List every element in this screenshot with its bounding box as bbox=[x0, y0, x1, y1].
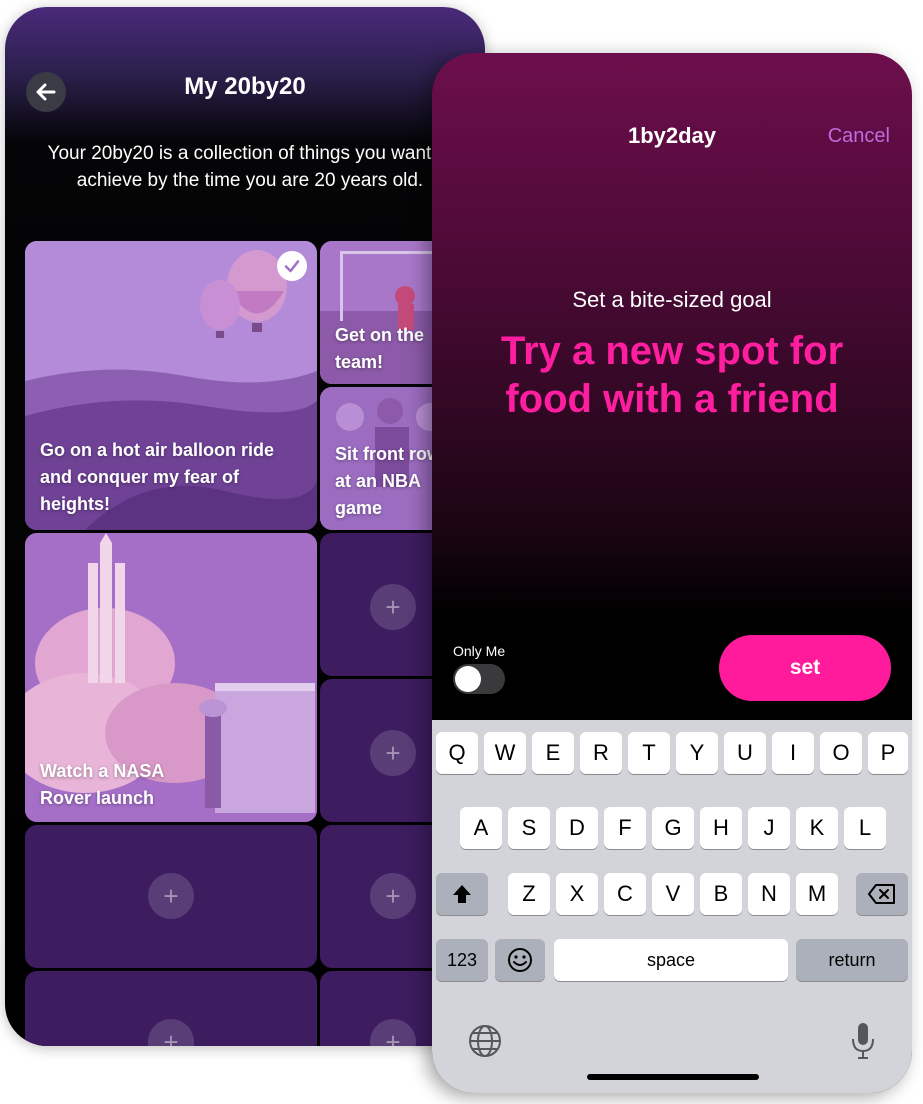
add-icon: + bbox=[370, 873, 416, 919]
numbers-key[interactable]: 123 bbox=[436, 939, 488, 981]
add-icon: + bbox=[148, 873, 194, 919]
backspace-icon bbox=[868, 884, 895, 904]
delete-key[interactable] bbox=[856, 873, 908, 915]
empty-goal-tile[interactable]: + bbox=[25, 825, 317, 968]
key-s[interactable]: S bbox=[508, 807, 550, 849]
key-d[interactable]: D bbox=[556, 807, 598, 849]
goal-text-input[interactable]: Try a new spot for food with a friend bbox=[452, 327, 892, 423]
cancel-button[interactable]: Cancel bbox=[828, 125, 890, 148]
goal-label: Go on a hot air balloon ride and conquer… bbox=[40, 440, 275, 514]
goal-tile-balloon[interactable]: Go on a hot air balloon ride and conquer… bbox=[25, 241, 317, 530]
key-x[interactable]: X bbox=[556, 873, 598, 915]
page-title: My 20by20 bbox=[184, 73, 306, 100]
set-button[interactable]: set bbox=[719, 635, 891, 701]
add-icon: + bbox=[148, 1019, 194, 1046]
globe-icon[interactable] bbox=[467, 1023, 503, 1064]
key-b[interactable]: B bbox=[700, 873, 742, 915]
screen-title: 1by2day bbox=[627, 123, 717, 148]
add-icon: + bbox=[370, 730, 416, 776]
intro-text: Your 20by20 is a collection of things yo… bbox=[47, 143, 453, 191]
only-me-toggle[interactable] bbox=[453, 664, 505, 694]
key-l[interactable]: L bbox=[844, 807, 886, 849]
goal-subtitle: Set a bite-sized goal bbox=[572, 287, 772, 312]
key-i[interactable]: I bbox=[772, 732, 814, 774]
key-c[interactable]: C bbox=[604, 873, 646, 915]
key-g[interactable]: G bbox=[652, 807, 694, 849]
shift-key[interactable] bbox=[436, 873, 488, 915]
key-k[interactable]: K bbox=[796, 807, 838, 849]
key-n[interactable]: N bbox=[748, 873, 790, 915]
key-r[interactable]: R bbox=[580, 732, 622, 774]
key-p[interactable]: P bbox=[868, 732, 908, 774]
only-me-label: Only Me bbox=[453, 643, 506, 659]
back-button[interactable] bbox=[26, 72, 66, 112]
key-o[interactable]: O bbox=[820, 732, 862, 774]
key-q[interactable]: Q bbox=[436, 732, 478, 774]
key-t[interactable]: T bbox=[628, 732, 670, 774]
set-goal-screen: 1by2day Cancel Set a bite-sized goal Try… bbox=[432, 53, 912, 1093]
goal-label: Watch a NASA Rover launch bbox=[40, 761, 164, 808]
back-arrow-icon bbox=[36, 83, 56, 101]
empty-goal-tile[interactable]: + bbox=[25, 971, 317, 1046]
microphone-icon[interactable] bbox=[850, 1021, 876, 1066]
space-key[interactable]: space bbox=[554, 939, 788, 981]
add-icon: + bbox=[370, 1019, 416, 1046]
keyboard: Q W E R T Y U I O P A S D F G H J K L Z … bbox=[432, 720, 912, 1093]
goal-tile-nasa[interactable]: Watch a NASA Rover launch bbox=[25, 533, 317, 822]
key-j[interactable]: J bbox=[748, 807, 790, 849]
emoji-key[interactable] bbox=[495, 939, 545, 981]
key-y[interactable]: Y bbox=[676, 732, 718, 774]
key-h[interactable]: H bbox=[700, 807, 742, 849]
key-v[interactable]: V bbox=[652, 873, 694, 915]
key-w[interactable]: W bbox=[484, 732, 526, 774]
emoji-icon bbox=[508, 948, 532, 972]
shift-icon bbox=[453, 885, 471, 903]
completed-check-icon bbox=[277, 251, 307, 281]
add-icon: + bbox=[370, 584, 416, 630]
toggle-knob bbox=[455, 666, 481, 692]
my-20by20-screen: My 20by20 Your 20by20 is a collection of… bbox=[5, 7, 485, 1046]
key-m[interactable]: M bbox=[796, 873, 838, 915]
key-z[interactable]: Z bbox=[508, 873, 550, 915]
return-key[interactable]: return bbox=[796, 939, 908, 981]
key-u[interactable]: U bbox=[724, 732, 766, 774]
key-a[interactable]: A bbox=[460, 807, 502, 849]
key-e[interactable]: E bbox=[532, 732, 574, 774]
key-f[interactable]: F bbox=[604, 807, 646, 849]
home-indicator bbox=[587, 1074, 759, 1080]
